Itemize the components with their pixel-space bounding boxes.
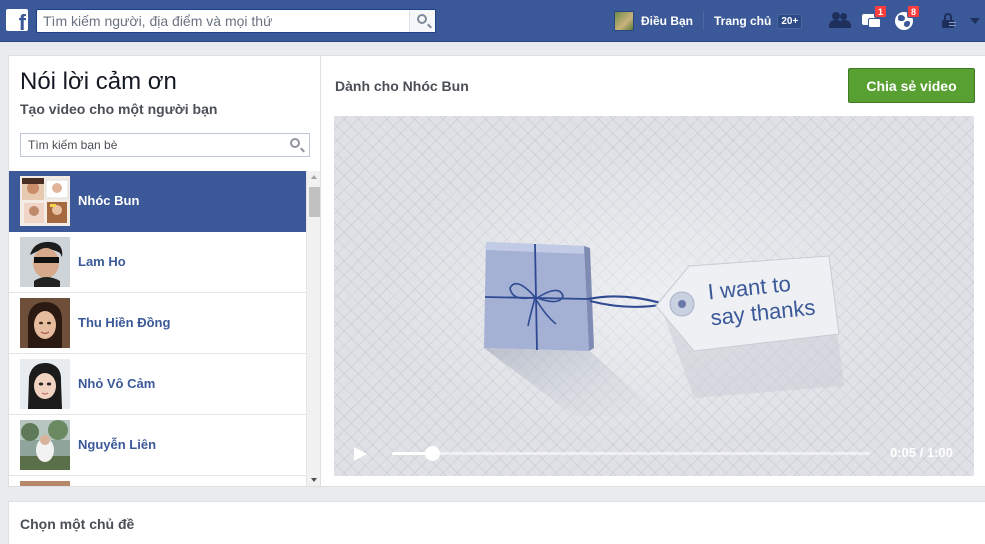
video-controls: 0:05 / 1:00 (334, 436, 974, 476)
time-display: 0:05 / 1:00 (890, 445, 953, 460)
search-button[interactable] (409, 10, 435, 32)
video-preview-panel: Dành cho Nhóc Bun Chia sẻ video I want t… (320, 55, 985, 487)
theme-section-title: Chọn một chủ đề (20, 516, 135, 532)
friend-avatar (20, 298, 70, 348)
friend-item-partial[interactable] (9, 476, 306, 486)
messages-icon[interactable]: 1 (861, 5, 887, 32)
messages-badge: 1 (874, 5, 887, 18)
home-count-badge: 20+ (777, 13, 803, 29)
scroll-thumb[interactable] (309, 187, 320, 217)
friend-avatar (20, 420, 70, 470)
global-search (36, 9, 436, 33)
play-icon[interactable] (354, 447, 367, 461)
friend-search-input[interactable] (21, 134, 285, 156)
search-icon (417, 14, 427, 24)
friend-item-nguyen-lien[interactable]: Nguyễn Liên (9, 415, 306, 476)
friend-list: Nhóc Bun Lam Ho Thu Hiền Đồng Nhỏ Vô Cảm… (9, 171, 306, 486)
friend-name: Lam Ho (78, 254, 126, 269)
friend-item-nho-vo-cam[interactable]: Nhỏ Vô Cảm (9, 354, 306, 415)
friend-name: Thu Hiền Đồng (78, 315, 171, 330)
scroll-down-arrow-icon[interactable] (311, 478, 317, 482)
friend-avatar (20, 359, 70, 409)
user-avatar (614, 11, 634, 31)
home-link[interactable]: Trang chủ 20+ (714, 10, 803, 32)
gift-illustration (484, 242, 844, 416)
notifications-badge: 8 (907, 5, 920, 18)
friend-list-scrollbar[interactable] (306, 171, 320, 486)
facebook-logo-icon[interactable]: f (6, 9, 28, 31)
profile-link[interactable]: Điều Bạn (614, 10, 693, 32)
progress-knob[interactable] (424, 446, 440, 461)
friend-item-nhoc-bun[interactable]: Nhóc Bun (9, 171, 306, 232)
privacy-lock-icon[interactable] (942, 13, 956, 29)
notifications-icon[interactable]: 8 (894, 5, 920, 32)
top-navigation-bar: f Điều Bạn Trang chủ 20+ 1 8 (0, 0, 985, 42)
friend-search (20, 133, 310, 157)
page-title: Nói lời cảm ơn (20, 68, 177, 95)
tag-text: I want to say thanks (707, 269, 817, 332)
recipient-label: Dành cho Nhóc Bun (335, 78, 469, 94)
home-label: Trang chủ (714, 14, 772, 28)
page-subtitle: Tạo video cho một người bạn (20, 101, 218, 117)
friends-icon[interactable] (829, 10, 851, 32)
caret-down-icon[interactable] (970, 18, 980, 24)
theme-section: Chọn một chủ đề (8, 501, 985, 544)
progress-bar[interactable] (392, 446, 870, 461)
friend-item-thu-hien-dong[interactable]: Thu Hiền Đồng (9, 293, 306, 354)
scroll-up-arrow-icon[interactable] (311, 175, 317, 179)
friend-avatar (20, 237, 70, 287)
search-icon[interactable] (290, 138, 300, 148)
friend-name: Nhỏ Vô Cảm (78, 376, 156, 391)
video-player[interactable]: I want to say thanks 0:05 / 1:00 (334, 116, 974, 476)
nav-divider (703, 12, 704, 30)
user-name: Điều Bạn (641, 14, 694, 28)
friend-avatar (20, 176, 70, 226)
share-video-button[interactable]: Chia sẻ video (848, 68, 975, 103)
friend-name: Nhóc Bun (78, 193, 140, 208)
friend-name: Nguyễn Liên (78, 437, 157, 452)
friend-avatar (20, 481, 70, 486)
friend-item-lam-ho[interactable]: Lam Ho (9, 232, 306, 293)
global-search-input[interactable] (37, 10, 409, 32)
friend-picker-panel: Nói lời cảm ơn Tạo video cho một người b… (8, 55, 320, 487)
